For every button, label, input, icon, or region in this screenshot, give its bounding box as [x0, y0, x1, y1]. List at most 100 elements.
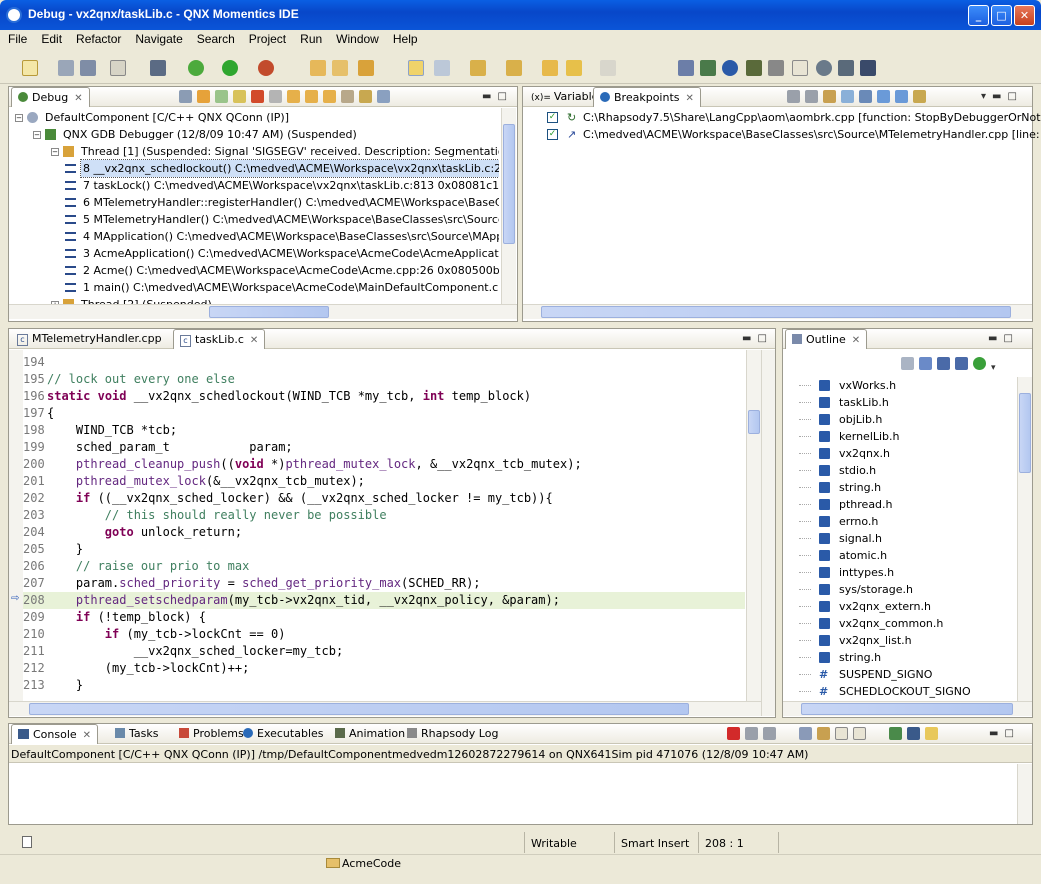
code-line[interactable]: 204 goto unlock_return; [23, 524, 745, 541]
debug-hscroll[interactable] [9, 304, 517, 319]
code-line[interactable]: 207 param.sched_priority = sched_get_pri… [23, 575, 745, 592]
display-console-icon[interactable] [907, 727, 920, 740]
show-supported-icon[interactable] [823, 90, 836, 103]
remove-all-icon[interactable] [763, 727, 776, 740]
code-line[interactable]: 202 if ((__vx2qnx_sched_locker) && (__vx… [23, 490, 745, 507]
editor-vscroll[interactable] [746, 350, 761, 701]
menu-refactor[interactable]: Refactor [68, 30, 127, 46]
skip-all-icon[interactable] [859, 90, 872, 103]
tab-rhapsody-log[interactable]: Rhapsody Log [401, 724, 504, 744]
tab-debug[interactable]: Debug ✕ [11, 87, 90, 107]
project-indicator[interactable]: AcmeCode [326, 857, 401, 870]
menu-navigate[interactable]: Navigate [127, 30, 188, 46]
show-stderr-icon[interactable] [853, 727, 866, 740]
tab-tasks[interactable]: Tasks [109, 724, 164, 744]
outline-item[interactable]: kernelLib.h [787, 428, 1015, 445]
outline-item[interactable]: # SUSPEND_SIGNO [787, 666, 1015, 683]
outline-item[interactable]: vx2qnx_extern.h [787, 598, 1015, 615]
drop-to-frame-icon[interactable] [341, 90, 354, 103]
close-button[interactable]: ✕ [1014, 5, 1035, 26]
view-min-max[interactable]: ▾▬□ [981, 91, 1023, 102]
remove-icon[interactable] [787, 90, 800, 103]
outline-item[interactable]: taskLib.h [787, 394, 1015, 411]
menu-file[interactable]: File [0, 30, 33, 46]
open-folder-icon[interactable] [310, 60, 326, 76]
collapse-all-icon[interactable] [895, 90, 908, 103]
code-line[interactable]: 194 [23, 354, 745, 371]
forward-icon[interactable] [600, 60, 616, 76]
breakpoints-hscroll[interactable] [523, 304, 1032, 319]
pin-icon[interactable] [434, 60, 450, 76]
outline-hscroll[interactable] [783, 701, 1032, 716]
close-icon[interactable]: ✕ [74, 93, 82, 104]
open-console-icon[interactable] [925, 727, 938, 740]
system-builder-icon[interactable] [746, 60, 762, 76]
editor-ruler[interactable]: ⇨ [9, 350, 23, 701]
code-line[interactable]: 198 WIND_TCB *tcb; [23, 422, 745, 439]
outline-item[interactable]: sys/storage.h [787, 581, 1015, 598]
debug-tree-row[interactable]: 5 MTelemetryHandler() C:\medved\ACME\Wor… [13, 211, 499, 228]
outline-item[interactable]: vxWorks.h [787, 377, 1015, 394]
code-area[interactable]: 194 195// lock out every one else 196 stati… [23, 354, 745, 699]
go-to-file-icon[interactable] [841, 90, 854, 103]
outline-item[interactable]: signal.h [787, 530, 1015, 547]
outline-item[interactable]: vx2qnx_common.h [787, 615, 1015, 632]
menu-project[interactable]: Project [241, 30, 292, 46]
code-line[interactable]: 211 __vx2qnx_sched_locker=my_tcb; [23, 643, 745, 660]
outline-item[interactable]: vx2qnx_list.h [787, 632, 1015, 649]
menu-edit[interactable]: Edit [33, 30, 68, 46]
last-edit-icon[interactable] [542, 60, 558, 76]
breakpoint-checkbox[interactable]: ✓ [547, 112, 558, 123]
tab-breakpoints[interactable]: Breakpoints ✕ [593, 87, 701, 107]
view-menu-icon[interactable] [377, 90, 390, 103]
debug-tree-row[interactable]: 6 MTelemetryHandler::registerHandler() C… [13, 194, 499, 211]
perspective-icon[interactable] [678, 60, 694, 76]
close-icon[interactable]: ✕ [852, 335, 860, 346]
maximize-button[interactable]: □ [991, 5, 1012, 26]
active-perspective-icon[interactable] [792, 60, 808, 76]
next-annotation-icon[interactable] [470, 60, 486, 76]
step-into-icon[interactable] [287, 90, 300, 103]
overview-ruler[interactable] [761, 350, 775, 716]
outline-item[interactable]: atomic.h [787, 547, 1015, 564]
code-line[interactable]: 200 pthread_cleanup_push((void *)pthread… [23, 456, 745, 473]
highlight-icon[interactable] [408, 60, 424, 76]
minimize-button[interactable]: _ [968, 5, 989, 26]
hide-static-icon[interactable] [937, 357, 950, 370]
view-min-max[interactable]: ▬□ [989, 728, 1020, 739]
remove-all-icon[interactable] [805, 90, 818, 103]
step-over-icon[interactable] [305, 90, 318, 103]
filter-icon[interactable] [973, 357, 986, 370]
tab-tasklib[interactable]: c taskLib.c ✕ [173, 329, 266, 349]
pin-console-icon[interactable] [889, 727, 902, 740]
code-line[interactable]: 201 pthread_mutex_lock(&__vx2qnx_tcb_mut… [23, 473, 745, 490]
close-icon[interactable]: ✕ [83, 730, 91, 741]
menu-window[interactable]: Window [328, 30, 385, 46]
binary-icon[interactable] [110, 60, 126, 76]
breakpoint-checkbox[interactable]: ✓ [547, 129, 558, 140]
view-min-max[interactable]: ▬□ [482, 91, 513, 102]
view-menu-icon[interactable]: ▾ [991, 363, 1004, 376]
relaunch-icon[interactable] [197, 90, 210, 103]
target-icon[interactable] [150, 60, 166, 76]
menu-run[interactable]: Run [292, 30, 328, 46]
debug-vscroll[interactable] [501, 108, 516, 304]
sort-icon[interactable] [919, 357, 932, 370]
code-line[interactable]: 213 } [23, 677, 745, 694]
expand-toggle-icon[interactable]: − [33, 131, 41, 139]
outline-item[interactable]: objLib.h [787, 411, 1015, 428]
code-line[interactable]: 205 } [23, 541, 745, 558]
code-line[interactable]: 195// lock out every one else [23, 371, 745, 388]
code-line[interactable]: 212 (my_tcb->lockCnt)++; [23, 660, 745, 677]
outline-item[interactable]: pthread.h [787, 496, 1015, 513]
show-stdout-icon[interactable] [835, 727, 848, 740]
debug-tree-row[interactable]: 7 taskLock() C:\medved\ACME\Workspace\vx… [13, 177, 499, 194]
external-tools-icon[interactable] [258, 60, 274, 76]
outline-item[interactable]: string.h [787, 479, 1015, 496]
breakpoint-row[interactable]: ✓ ↗ C:\medved\ACME\Workspace\BaseClasses\s… [547, 126, 1041, 143]
save-icon[interactable] [58, 60, 74, 76]
tab-console[interactable]: Console ✕ [11, 724, 99, 744]
outline-item[interactable]: inttypes.h [787, 564, 1015, 581]
debug-tree-row[interactable]: − QNX GDB Debugger (12/8/09 10:47 AM) (Su… [13, 126, 499, 143]
debug-perspective-icon[interactable] [700, 60, 716, 76]
